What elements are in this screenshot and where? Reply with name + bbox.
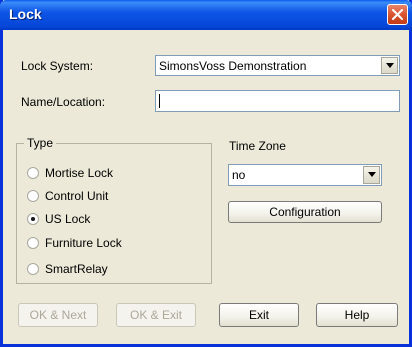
type-group-title: Type <box>24 136 57 150</box>
close-button[interactable] <box>387 4 408 25</box>
radio-label: US Lock <box>45 212 91 226</box>
name-location-input[interactable] <box>155 90 400 112</box>
configuration-button-label: Configuration <box>269 205 341 219</box>
radio-label: Furniture Lock <box>45 236 122 250</box>
lock-system-value: SimonsVoss Demonstration <box>159 59 307 73</box>
text-caret <box>159 94 160 108</box>
radio-selected-dot <box>31 217 35 221</box>
title-bar[interactable]: Lock <box>0 0 412 30</box>
lock-system-dropdown-button[interactable] <box>381 57 398 74</box>
chevron-down-icon <box>368 172 376 177</box>
chevron-down-icon <box>386 63 394 68</box>
exit-label: Exit <box>248 308 269 322</box>
radio-button[interactable] <box>27 190 39 202</box>
ok-exit-button[interactable]: OK & Exit <box>116 303 196 327</box>
time-zone-combobox[interactable]: no <box>228 164 382 186</box>
radio-button[interactable] <box>27 237 39 249</box>
exit-button[interactable]: Exit <box>219 303 299 327</box>
help-button[interactable]: Help <box>316 303 398 327</box>
window-title: Lock <box>9 6 42 22</box>
ok-next-label: OK & Next <box>29 308 87 322</box>
configuration-button[interactable]: Configuration <box>228 201 382 223</box>
time-zone-label: Time Zone <box>229 139 286 153</box>
time-zone-value: no <box>232 168 246 182</box>
lock-system-combobox[interactable]: SimonsVoss Demonstration <box>155 55 400 76</box>
radio-label: SmartRelay <box>45 262 108 276</box>
lock-system-label: Lock System: <box>21 59 94 73</box>
close-icon <box>392 9 403 20</box>
radio-button-selected[interactable] <box>27 213 39 225</box>
radio-button[interactable] <box>27 167 39 179</box>
ok-exit-label: OK & Exit <box>129 308 182 322</box>
radio-label: Control Unit <box>45 189 109 203</box>
time-zone-dropdown-button[interactable] <box>363 166 380 184</box>
help-label: Help <box>344 308 370 322</box>
radio-label: Mortise Lock <box>45 166 114 180</box>
name-location-label: Name/Location: <box>21 95 106 109</box>
radio-button[interactable] <box>27 263 39 275</box>
ok-next-button[interactable]: OK & Next <box>18 303 98 327</box>
